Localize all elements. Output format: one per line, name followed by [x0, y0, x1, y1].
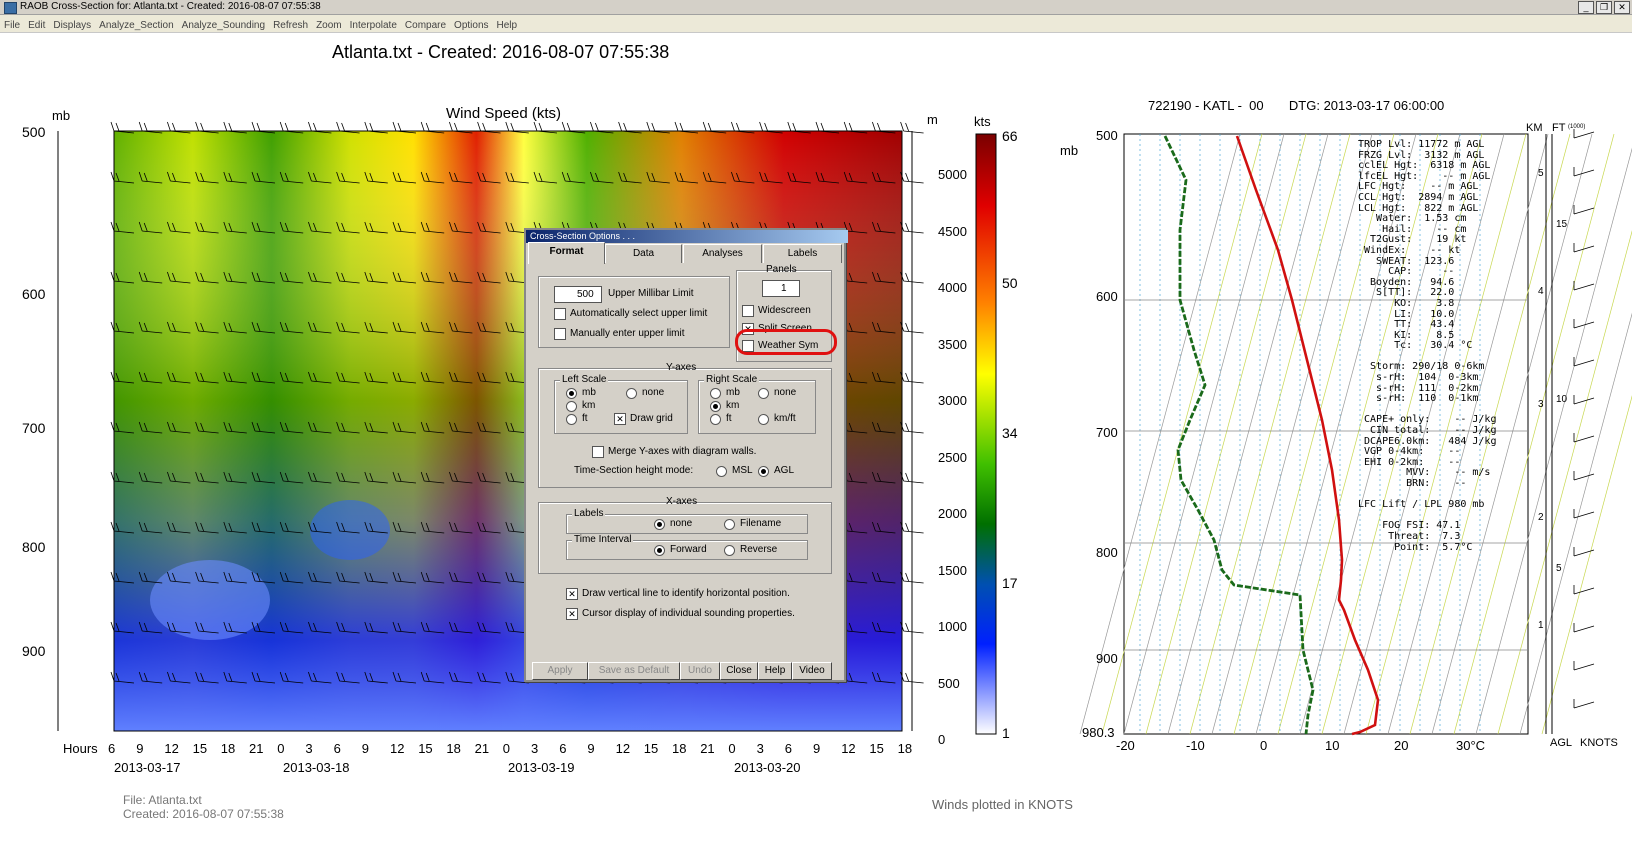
km-label: KM: [1526, 122, 1543, 134]
wind-barb: [1573, 281, 1595, 291]
sounding-mb-label: mb: [1060, 143, 1079, 158]
temp-tick: 0: [1260, 738, 1268, 753]
km-tick: 4: [1538, 286, 1544, 297]
ft-label: FT: [1552, 122, 1566, 134]
wind-barb: [1573, 623, 1595, 633]
wind-barb: [1573, 319, 1595, 329]
km-tick: 3: [1538, 399, 1544, 410]
sounding-mb-tick: 700: [1096, 425, 1118, 440]
sounding-mb-tick: 900: [1096, 651, 1118, 666]
temp-tick: 10: [1325, 738, 1340, 753]
ft-sub-label: (1000): [1568, 124, 1586, 130]
temp-tick: 20: [1394, 738, 1409, 753]
sounding-mb-tick: 500: [1096, 128, 1118, 143]
wind-barb: [1573, 167, 1595, 177]
wind-barb: [1573, 471, 1595, 481]
ft-tick: 15: [1556, 219, 1568, 230]
isotherm-line: [1519, 312, 1632, 735]
wind-barb: [1573, 661, 1595, 671]
wind-barb: [1573, 699, 1595, 709]
sounding-stats: TROP Lvl: 11772 m AGL FRZG Lvl: 3132 m A…: [1358, 139, 1497, 553]
wind-barb: [1573, 205, 1595, 215]
ft-tick: 5: [1556, 563, 1562, 574]
temp-tick: 30°C: [1456, 738, 1486, 753]
wind-barb: [1573, 509, 1595, 519]
km-tick: 2: [1538, 512, 1544, 523]
sounding-mb-tick: 980.3: [1082, 725, 1115, 740]
sounding-mb-tick: 800: [1096, 545, 1118, 560]
wind-barb: [1573, 395, 1595, 405]
wind-barb: [1573, 585, 1595, 595]
knots-label: KNOTS: [1580, 737, 1618, 749]
temp-tick: -10: [1186, 738, 1205, 753]
km-tick: 5: [1538, 168, 1544, 179]
ft-tick: 10: [1556, 394, 1568, 405]
km-tick: 1: [1538, 620, 1544, 631]
agl-label: AGL: [1550, 737, 1573, 749]
temp-tick: -20: [1116, 738, 1135, 753]
sounding-mb-tick: 600: [1096, 289, 1118, 304]
wind-barb: [1573, 357, 1595, 367]
